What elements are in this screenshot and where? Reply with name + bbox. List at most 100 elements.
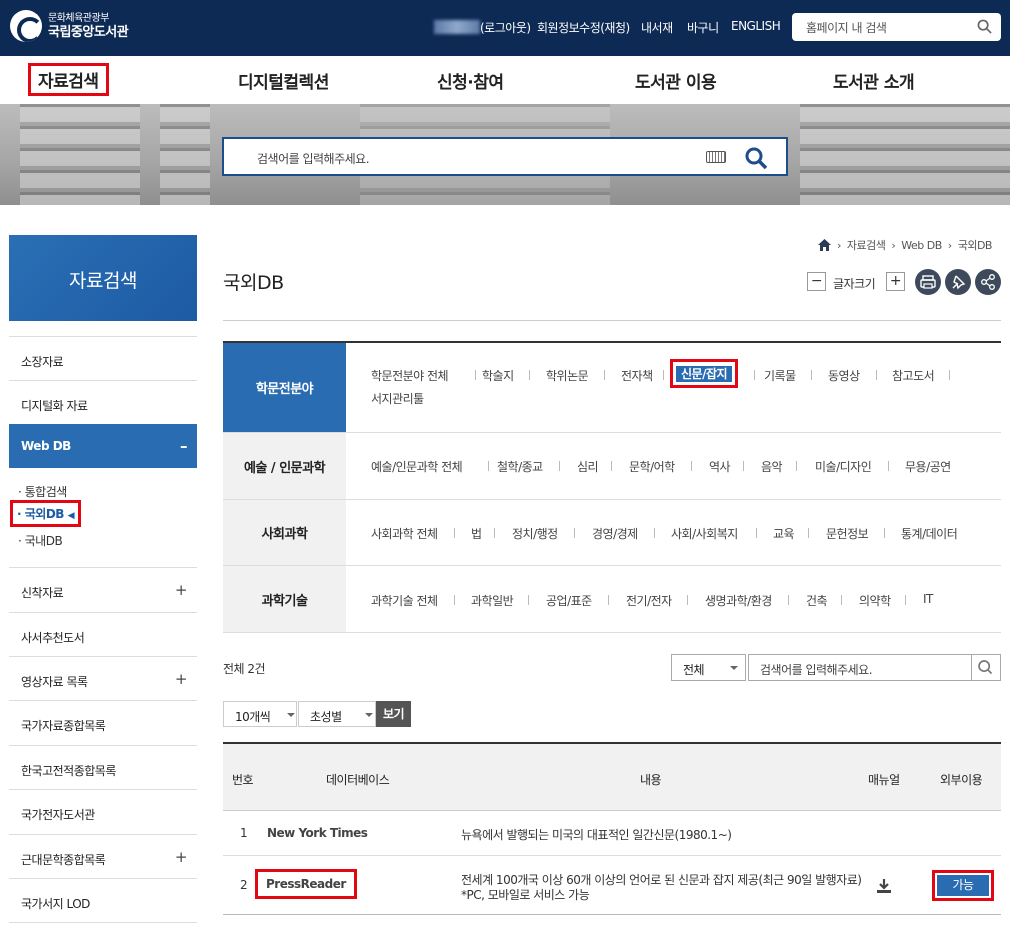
sidebar-sub-integrated-search[interactable]: · 통합검색: [18, 483, 67, 500]
category-link[interactable]: 정치/행정: [512, 525, 558, 542]
category-link[interactable]: 학술지: [482, 367, 514, 384]
edit-profile-link[interactable]: 회원정보수정(재청): [537, 19, 630, 36]
category-link[interactable]: 과학일반: [471, 592, 514, 609]
font-decrease-button[interactable]: −: [807, 272, 826, 291]
bookmark-button[interactable]: [945, 269, 971, 295]
category-link[interactable]: 법: [471, 525, 482, 542]
view-button[interactable]: 보기: [376, 701, 411, 727]
category-link[interactable]: 음악: [761, 458, 783, 475]
gnb-apply-participate[interactable]: 신청·참여: [437, 68, 504, 93]
sidebar-item-modern-literature-catalog[interactable]: 근대문학종합목록 +: [9, 834, 197, 878]
category-link[interactable]: 경영/경제: [592, 525, 638, 542]
category-link[interactable]: IT: [923, 592, 933, 606]
external-access-button[interactable]: 가능: [937, 875, 989, 896]
category-link[interactable]: 학문전분야 전체: [371, 367, 449, 384]
per-page-select[interactable]: 10개씩: [223, 701, 297, 727]
category-link[interactable]: 문헌정보: [826, 525, 869, 542]
share-icon: [981, 274, 995, 290]
category-link[interactable]: 교육: [773, 525, 795, 542]
logout-link[interactable]: (로그아웃): [480, 19, 531, 36]
category-link[interactable]: 서지관리툴: [371, 390, 424, 407]
category-link[interactable]: 동영상: [828, 367, 860, 384]
search-field-select[interactable]: 전체: [671, 654, 746, 681]
sidebar-sub-domestic-db[interactable]: · 국내DB: [18, 532, 63, 549]
breadcrumb-item[interactable]: 자료검색: [847, 237, 886, 253]
my-library-link[interactable]: 내서재: [641, 19, 673, 36]
category-link[interactable]: 건축: [806, 592, 828, 609]
chevron-right-icon: ›: [891, 238, 896, 252]
logo-library-name: 국립중앙도서관: [48, 25, 129, 40]
sidebar-sub-foreign-db[interactable]: · 국외DB ◀: [9, 500, 82, 527]
search-banner: 검색어를 입력해주세요.: [0, 104, 1010, 205]
gnb-search-materials[interactable]: 자료검색: [28, 63, 109, 96]
site-search-box[interactable]: 홈페이지 내 검색: [792, 13, 1001, 41]
sidebar-item-national-union-catalog[interactable]: 국가자료종합목록: [9, 700, 197, 744]
category-link[interactable]: 학위논문: [546, 367, 589, 384]
sidebar-item-video-list[interactable]: 영상자료 목록 +: [9, 656, 197, 700]
category-link[interactable]: 사회/사회복지: [671, 525, 738, 542]
main-search-input[interactable]: 검색어를 입력해주세요.: [257, 150, 370, 167]
main-search-box[interactable]: 검색어를 입력해주세요.: [222, 137, 788, 176]
result-search-input[interactable]: 검색어를 입력해주세요.: [748, 654, 972, 681]
category-link[interactable]: 예술/인문과학 전체: [371, 458, 463, 475]
share-button[interactable]: [975, 269, 1001, 295]
breadcrumb-item[interactable]: Web DB: [901, 239, 942, 252]
government-emblem-icon: [10, 10, 42, 42]
sidebar-header: 자료검색: [9, 235, 197, 321]
category-link[interactable]: 철학/종교: [497, 458, 543, 475]
category-link[interactable]: 심리: [577, 458, 599, 475]
sidebar-item-new-arrivals[interactable]: 신착자료 +: [9, 567, 197, 611]
sidebar-item-librarian-picks[interactable]: 사서추천도서: [9, 612, 197, 656]
column-header: 데이터베이스: [326, 773, 390, 787]
search-icon[interactable]: [744, 146, 768, 170]
category-link[interactable]: 기록물: [764, 367, 796, 384]
print-button[interactable]: [915, 269, 941, 295]
category-link[interactable]: 의약학: [859, 592, 891, 609]
sort-select[interactable]: 초성별: [298, 701, 376, 727]
category-link[interactable]: 미술/디자인: [815, 458, 872, 475]
download-icon[interactable]: [876, 878, 892, 894]
gnb-library-use[interactable]: 도서관 이용: [635, 68, 717, 93]
search-icon[interactable]: [977, 19, 992, 34]
category-link[interactable]: 무용/공연: [905, 458, 951, 475]
sidebar-item-webdb[interactable]: Web DB –: [9, 424, 197, 468]
sidebar-item-national-bibliography-lod[interactable]: 국가서지 LOD: [9, 878, 197, 922]
category-link[interactable]: 과학기술 전체: [371, 592, 438, 609]
site-search-input[interactable]: 홈페이지 내 검색: [806, 19, 887, 36]
sidebar-item-national-digital-library[interactable]: 국가전자도서관: [9, 789, 197, 833]
category-link[interactable]: 통계/데이터: [901, 525, 958, 542]
database-link[interactable]: New York Times: [267, 826, 368, 840]
category-head[interactable]: 과학기술: [223, 566, 346, 632]
category-link[interactable]: 생명과학/환경: [705, 592, 772, 609]
english-link[interactable]: ENGLISH: [731, 19, 781, 33]
cart-link[interactable]: 바구니: [687, 19, 719, 36]
result-search-button[interactable]: [971, 654, 1001, 681]
expand-icon[interactable]: +: [175, 670, 188, 688]
category-link[interactable]: 참고도서: [892, 367, 935, 384]
category-link-newspaper-magazine[interactable]: 신문/잡지: [669, 359, 739, 388]
collapse-icon[interactable]: –: [180, 437, 188, 455]
home-icon[interactable]: [818, 239, 831, 251]
row-description: 뉴욕에서 발행되는 미국의 대표적인 일간신문(1980.1~): [461, 828, 732, 842]
font-increase-button[interactable]: +: [886, 272, 905, 291]
expand-icon[interactable]: +: [175, 581, 188, 599]
expand-icon[interactable]: +: [175, 848, 188, 866]
category-link[interactable]: 사회과학 전체: [371, 525, 438, 542]
gnb-about-library[interactable]: 도서관 소개: [833, 68, 915, 93]
category-link[interactable]: 문학/어학: [629, 458, 675, 475]
database-link-pressreader[interactable]: PressReader: [255, 869, 357, 899]
category-head[interactable]: 예술 / 인문과학: [223, 433, 346, 499]
category-link[interactable]: 전자책: [621, 367, 653, 384]
sidebar-item-holdings[interactable]: 소장자료: [9, 336, 197, 380]
category-link[interactable]: 전기/전자: [626, 592, 672, 609]
site-logo[interactable]: 문화체육관광부 국립중앙도서관: [10, 10, 129, 42]
gnb-digital-collection[interactable]: 디지털컬렉션: [238, 68, 329, 93]
sidebar-item-korean-classics-catalog[interactable]: 한국고전적종합목록: [9, 745, 197, 789]
category-row-arts-humanities: 예술 / 인문과학 예술/인문과학 전체 철학/종교 심리 문학/어학 역사 음…: [223, 433, 1001, 500]
category-head[interactable]: 사회과학: [223, 500, 346, 565]
category-head[interactable]: 학문전분야: [223, 343, 346, 432]
keyboard-icon[interactable]: [706, 151, 726, 163]
sidebar-item-digitized[interactable]: 디지털화 자료: [9, 380, 197, 424]
category-link[interactable]: 공업/표준: [546, 592, 592, 609]
category-link[interactable]: 역사: [709, 458, 731, 475]
